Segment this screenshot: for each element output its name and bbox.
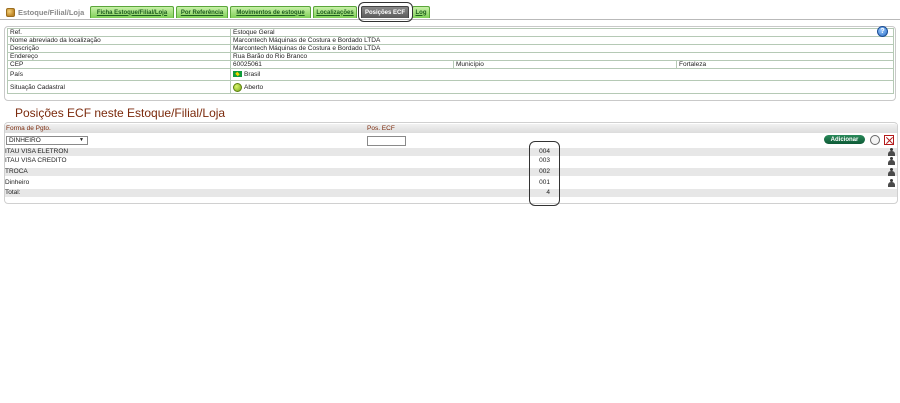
table-row: ITAU VISA ELETRON 004 xyxy=(5,148,897,156)
row-forma-pgto: ITAU VISA CREDITO xyxy=(5,157,67,164)
total-row: Total: 4 xyxy=(5,189,897,197)
user-icon[interactable] xyxy=(888,168,895,176)
table-row: Dinheiro 001 xyxy=(5,179,897,187)
tab-movimentos[interactable]: Movimentos de estoque xyxy=(230,6,311,18)
status-ok-icon xyxy=(233,82,242,92)
info-label: Endereço xyxy=(7,52,231,61)
column-header-pos-ecf: Pos. ECF xyxy=(367,125,395,132)
add-button[interactable]: Adicionar xyxy=(824,135,865,144)
info-label: Nome abreviado da localização xyxy=(7,36,231,45)
location-info-table: Ref. Estoque Geral Nome abreviado da loc… xyxy=(7,28,895,94)
info-row: Nome abreviado da localização Marcontech… xyxy=(7,36,895,45)
clear-circle-icon[interactable] xyxy=(870,135,880,145)
pos-ecf-input[interactable] xyxy=(367,136,406,146)
tab-localizacoes[interactable]: Localizações xyxy=(313,6,357,18)
pais-value: Brasil xyxy=(244,71,261,78)
brazil-flag-icon xyxy=(233,71,242,78)
delete-icon[interactable] xyxy=(884,135,894,145)
ecf-table-header xyxy=(5,124,897,133)
app-title-text: Estoque/Filial/Loja xyxy=(18,7,85,17)
user-icon[interactable] xyxy=(888,148,895,156)
info-row-situacao: Situação Cadastral Aberto xyxy=(7,80,895,94)
pais-value-cell: Brasil xyxy=(229,68,895,81)
info-value: Marcontech Máquinas de Costura e Bordado… xyxy=(229,36,895,45)
user-icon[interactable] xyxy=(888,157,895,165)
info-label: Descrição xyxy=(7,44,231,53)
column-header-forma-pgto: Forma de Pgto. xyxy=(6,125,51,132)
active-tab-highlight xyxy=(358,2,413,22)
info-label: Ref. xyxy=(7,28,231,37)
municipio-value: Fortaleza xyxy=(675,60,895,69)
tab-log[interactable]: Log xyxy=(412,6,430,18)
info-value: Rua Barão do Rio Branco xyxy=(229,52,895,61)
info-row: Endereço Rua Barão do Rio Branco xyxy=(7,52,895,61)
tab-por-referencia[interactable]: Por Referência xyxy=(176,6,228,18)
dropdown-arrow-icon: ▼ xyxy=(79,137,84,143)
tab-ficha[interactable]: Ficha Estoque/Filial/Loja xyxy=(90,6,174,18)
info-row-pais: País Brasil xyxy=(7,68,895,81)
cep-value: 60025061 xyxy=(230,60,454,69)
warehouse-icon xyxy=(6,7,15,17)
help-icon[interactable]: ? xyxy=(877,26,888,37)
info-row: Descrição Marcontech Máquinas de Costura… xyxy=(7,44,895,53)
app-title: Estoque/Filial/Loja xyxy=(6,6,84,18)
pos-column-highlight xyxy=(529,141,560,206)
info-value: Estoque Geral xyxy=(229,28,895,37)
cep-label: CEP xyxy=(7,60,231,69)
municipio-label: Município xyxy=(453,60,677,69)
info-row: Ref. Estoque Geral xyxy=(7,28,895,37)
forma-pgto-select[interactable]: DINHEIRO ▼ xyxy=(6,136,88,145)
row-forma-pgto: TROCA xyxy=(5,168,28,175)
total-label: Total: xyxy=(5,189,21,196)
section-title: Posições ECF neste Estoque/Filial/Loja xyxy=(15,106,226,120)
user-icon[interactable] xyxy=(888,179,895,187)
situacao-value: Aberto xyxy=(244,83,264,91)
info-row-cep: CEP 60025061 Município Fortaleza xyxy=(7,60,895,69)
pais-label: País xyxy=(7,68,231,81)
info-value: Marcontech Máquinas de Costura e Bordado… xyxy=(229,44,895,53)
row-forma-pgto: Dinheiro xyxy=(5,179,30,186)
row-forma-pgto: ITAU VISA ELETRON xyxy=(5,148,69,155)
forma-pgto-selected: DINHEIRO xyxy=(9,137,41,144)
situacao-label: Situação Cadastral xyxy=(7,80,231,94)
location-info-panel: Ref. Estoque Geral Nome abreviado da loc… xyxy=(4,26,896,101)
table-row: ITAU VISA CREDITO 003 xyxy=(5,157,897,165)
table-row: TROCA 002 xyxy=(5,168,897,176)
situacao-value-cell: Aberto xyxy=(229,80,895,94)
